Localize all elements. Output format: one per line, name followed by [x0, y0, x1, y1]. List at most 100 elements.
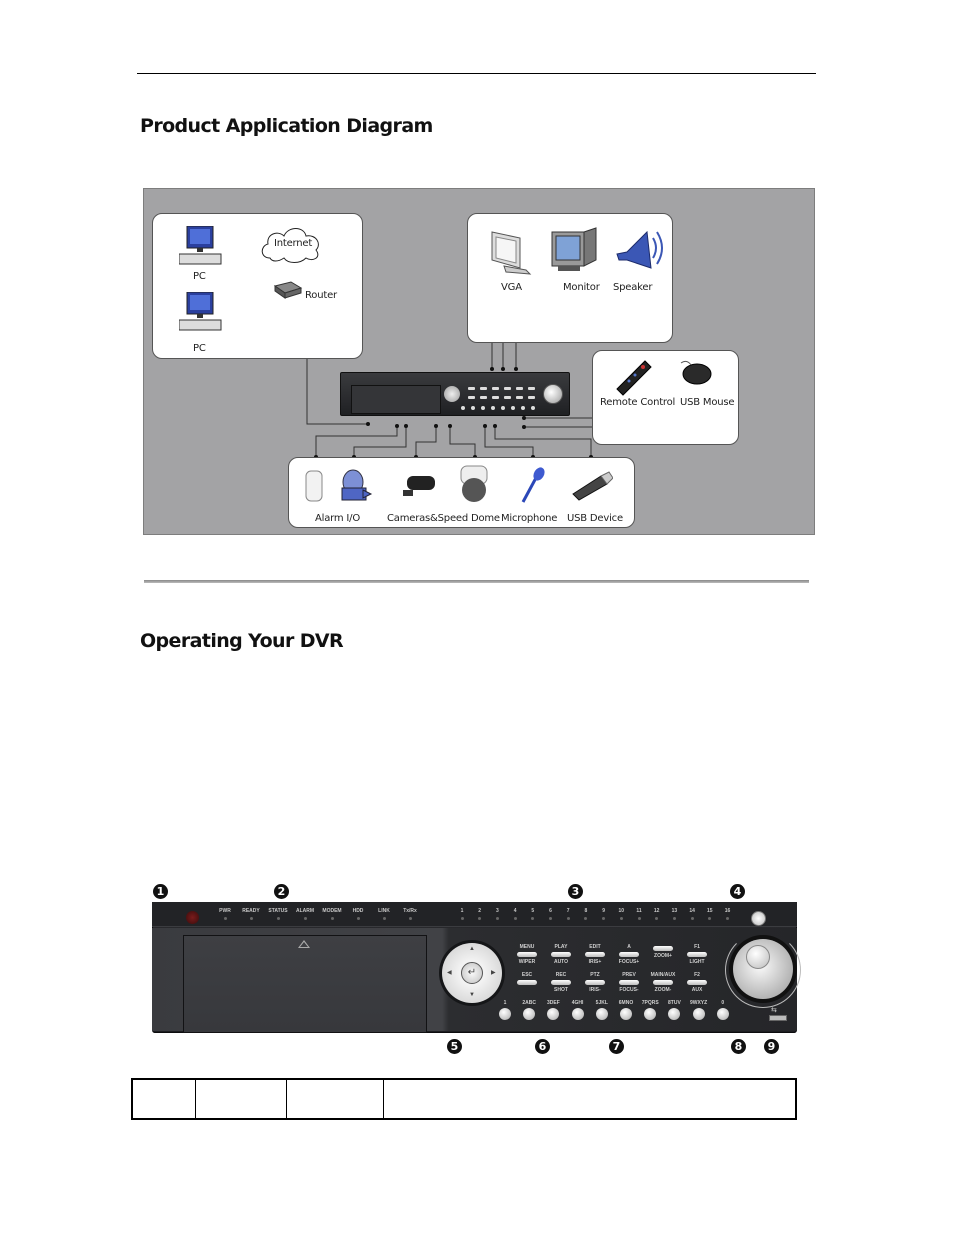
numeric-key[interactable]: 0 — [713, 1000, 733, 1020]
function-key[interactable]: MENU WIPER — [517, 944, 537, 965]
led-indicator — [478, 917, 482, 920]
key-label: PLAY — [554, 944, 568, 950]
key-button[interactable] — [653, 946, 673, 951]
key-button[interactable] — [547, 1008, 560, 1020]
key-button[interactable] — [620, 1008, 632, 1020]
channel-led: 6 — [546, 908, 556, 920]
callout-6: 6 — [535, 1039, 550, 1054]
key-button[interactable] — [551, 980, 571, 985]
key-button[interactable] — [653, 980, 673, 985]
front-panel-door[interactable] — [183, 935, 427, 1033]
key-sublabel: AUTO — [553, 959, 569, 965]
channel-led: 3 — [492, 908, 502, 920]
led-indicator — [249, 917, 253, 920]
key-sublabel: AUX — [691, 987, 703, 993]
dvr-unit-illustration — [340, 372, 570, 416]
key-label: A — [627, 944, 631, 950]
key-button[interactable] — [517, 952, 537, 957]
jog-shuttle-dial[interactable] — [729, 935, 797, 1003]
mouse-icon — [680, 360, 712, 385]
channel-led-label: 6 — [549, 908, 552, 914]
function-key[interactable]: ESC — [517, 972, 537, 987]
pc-label: PC — [193, 343, 206, 354]
key-button[interactable] — [585, 980, 605, 985]
key-button[interactable] — [644, 1008, 657, 1020]
jog-dial-knob[interactable] — [746, 945, 770, 969]
key-button[interactable] — [523, 1008, 536, 1020]
status-led: STATUS — [268, 908, 288, 920]
callout-4: 4 — [730, 884, 745, 899]
status-led-label: MODEM — [322, 908, 342, 914]
channel-led: 12 — [652, 908, 662, 920]
speed-dome-icon — [460, 465, 488, 502]
key-button[interactable] — [595, 1008, 608, 1020]
function-key[interactable]: F2 AUX — [687, 972, 707, 993]
channel-led: 1 — [457, 908, 467, 920]
header-rule — [137, 73, 816, 74]
table-cell — [131, 1078, 196, 1120]
key-button[interactable] — [499, 1008, 511, 1020]
remote-control-icon — [616, 360, 652, 396]
function-key[interactable]: PTZ IRIS- — [585, 972, 605, 993]
status-led-label: ALARM — [295, 908, 315, 914]
output-devices-panel: VGA Monitor Speaker — [467, 213, 673, 343]
pc-label: PC — [193, 271, 206, 282]
key-button[interactable] — [668, 1008, 681, 1020]
alarm-output-icon — [341, 469, 373, 501]
key-button[interactable] — [619, 980, 639, 985]
led-indicator — [672, 917, 676, 920]
key-sublabel: ZOOM+ — [654, 953, 672, 959]
key-button[interactable] — [585, 952, 605, 957]
arrow-right-icon[interactable]: ▶ — [491, 969, 496, 976]
power-button[interactable] — [751, 911, 766, 926]
key-label: MAIN/AUX — [650, 972, 676, 978]
function-key[interactable]: PLAY AUTO — [551, 944, 571, 965]
key-button[interactable] — [551, 952, 571, 957]
key-button[interactable] — [517, 980, 537, 985]
key-button[interactable] — [716, 1008, 729, 1020]
channel-led: 16 — [723, 908, 733, 920]
key-label: ESC — [521, 972, 533, 978]
function-key[interactable]: REC SHOT — [551, 972, 571, 993]
table-cell — [194, 1078, 287, 1120]
function-key[interactable]: A FOCUS+ — [619, 944, 639, 965]
key-button[interactable] — [619, 952, 639, 957]
led-indicator — [330, 917, 334, 920]
key-button[interactable] — [687, 980, 707, 985]
function-key[interactable]: F1 LIGHT — [687, 944, 707, 965]
function-key[interactable]: MAIN/AUX ZOOM- — [651, 972, 676, 993]
enter-button[interactable]: ↵ — [461, 962, 483, 984]
status-led-label: READY — [242, 908, 260, 914]
status-led-label: STATUS — [268, 908, 288, 914]
status-led: Tx/Rx — [400, 908, 420, 920]
arrow-left-icon[interactable]: ◀ — [447, 969, 452, 976]
key-button[interactable] — [571, 1008, 584, 1020]
section-divider — [144, 580, 809, 583]
led-indicator — [495, 917, 499, 920]
function-key[interactable]: PREV FOCUS- — [619, 972, 639, 993]
channel-led-label: 5 — [531, 908, 535, 914]
arrow-up-icon[interactable]: ▲ — [469, 946, 475, 952]
function-key[interactable]: EDIT IRIS+ — [585, 944, 605, 965]
status-led: READY — [241, 908, 261, 920]
internet-label: Internet — [274, 238, 313, 249]
usb-device-label: USB Device — [567, 513, 623, 524]
key-button[interactable] — [692, 1008, 705, 1020]
channel-led-label: 1 — [460, 908, 464, 914]
status-led-label: Tx/Rx — [403, 908, 417, 914]
channel-led-label: 16 — [724, 908, 731, 914]
usb-port[interactable] — [769, 1015, 787, 1021]
ir-receiver — [186, 911, 199, 924]
function-key[interactable]: ZOOM+ — [653, 944, 673, 959]
channel-led-label: 7 — [566, 908, 570, 914]
direction-pad[interactable]: ▲ ▼ ◀ ▶ ↵ — [439, 940, 505, 1006]
status-led-label: PWR — [219, 908, 231, 914]
key-sublabel: ZOOM- — [654, 987, 672, 993]
cameras-speed-dome-label: Cameras&Speed Dome — [387, 513, 500, 524]
key-button[interactable] — [687, 952, 707, 957]
led-indicator — [303, 917, 307, 920]
channel-led-label: 13 — [671, 908, 678, 914]
dvr-front-panel: ▲ ▼ ◀ ▶ ↵ ⇆ PWR READY STATUS ALARM MODEM HDD L… — [152, 902, 801, 1033]
arrow-down-icon[interactable]: ▼ — [469, 992, 475, 998]
channel-led-label: 10 — [618, 908, 625, 914]
